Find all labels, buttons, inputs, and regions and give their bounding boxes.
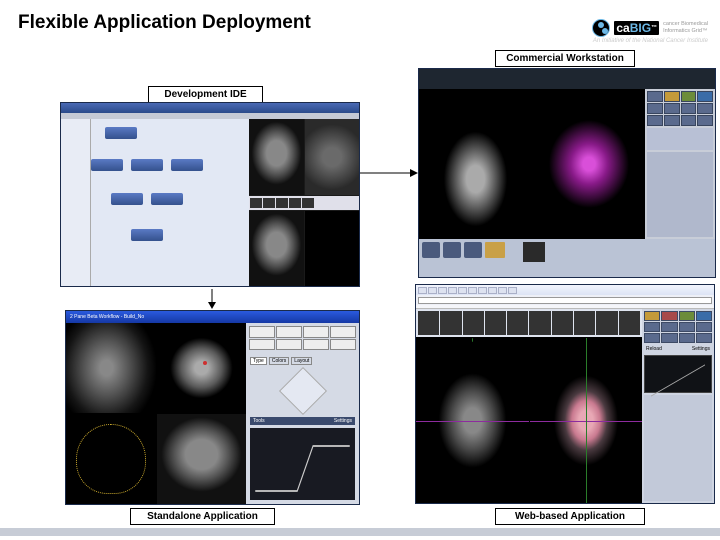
project-tree-panel: [61, 119, 91, 286]
screenshot-web-application: ReloadSettings: [415, 284, 715, 504]
curve-panel: [250, 428, 355, 500]
thumbnail: [523, 242, 545, 262]
page-title: Flexible Application Deployment: [18, 12, 311, 34]
logo-text-small: ca: [616, 21, 629, 35]
panel-header: ToolsSettings: [250, 417, 355, 425]
label-web-application: Web-based Application: [495, 508, 645, 525]
logo-tagline: An Initiative of the National Cancer Ins…: [570, 38, 720, 44]
browser-toolbar: [416, 285, 714, 295]
browser-chrome: [416, 285, 714, 309]
scan-view-sagittal-neck: [66, 323, 156, 413]
tool-palette: [644, 311, 712, 343]
logo-text-big: BIG: [630, 21, 651, 35]
address-bar: [418, 297, 712, 304]
thumbnail-row: [416, 309, 642, 337]
screenshot-standalone-application: 2 Pane Beta Workflow - Build_No Type Col…: [65, 310, 360, 505]
tool-palette: [647, 91, 713, 126]
tool-button: [443, 242, 461, 258]
scan-view-axial-crosshair: [416, 338, 529, 503]
panel-labels: ReloadSettings: [644, 345, 712, 353]
tool-sidebar: Type Colors Layout ToolsSettings: [246, 323, 359, 504]
scan-preview-panel: [249, 119, 359, 286]
scan-view-grey: [419, 89, 532, 239]
label-standalone-application: Standalone Application: [130, 508, 275, 525]
tool-sidebar: [645, 89, 715, 239]
scan-view-contour: [66, 414, 156, 504]
main-viewport: [419, 89, 645, 239]
browser-addressbar-row: [416, 295, 714, 305]
screenshot-development-ide: [60, 102, 360, 287]
navigator-icon: [278, 367, 326, 415]
tab-row: Type Colors Layout: [250, 357, 355, 365]
arrow-right: [360, 165, 420, 186]
screenshot-commercial-workstation: [418, 68, 716, 278]
bottom-panel: [419, 239, 715, 278]
workflow-diagram-panel: [91, 119, 249, 286]
scan-view-blank: [305, 211, 360, 287]
scan-view-coronal-skull: [157, 414, 247, 504]
window-titlebar: [61, 103, 359, 113]
app-menubar: [419, 69, 715, 89]
scan-view-axial: [249, 211, 304, 287]
label-development-ide: Development IDE: [148, 86, 263, 103]
thumbnail-row: [249, 196, 359, 210]
main-viewport-grid: [66, 323, 246, 504]
logo-icon: [592, 19, 610, 37]
scan-view-color-3d: [533, 89, 646, 239]
tool-button: [422, 242, 440, 258]
tool-sidebar: ReloadSettings: [642, 309, 714, 503]
window-titlebar: 2 Pane Beta Workflow - Build_No: [66, 311, 359, 323]
window-title: 2 Pane Beta Workflow - Build_No: [70, 314, 144, 320]
main-viewport: [416, 309, 642, 503]
thumbnail-grid: [246, 323, 359, 353]
tool-button: [464, 242, 482, 258]
scan-view-axial-head: [157, 323, 247, 413]
label-commercial-workstation: Commercial Workstation: [495, 50, 635, 67]
scan-view-3d-skull: [530, 338, 643, 503]
folder-icon: [485, 242, 505, 258]
scan-view-sagittal: [305, 119, 360, 195]
scan-view-coronal: [249, 119, 304, 195]
curve-panel: [644, 355, 712, 393]
logo-subtext: cancer BiomedicalInformatics Grid™: [663, 21, 708, 33]
footer-stripe: [0, 528, 720, 536]
